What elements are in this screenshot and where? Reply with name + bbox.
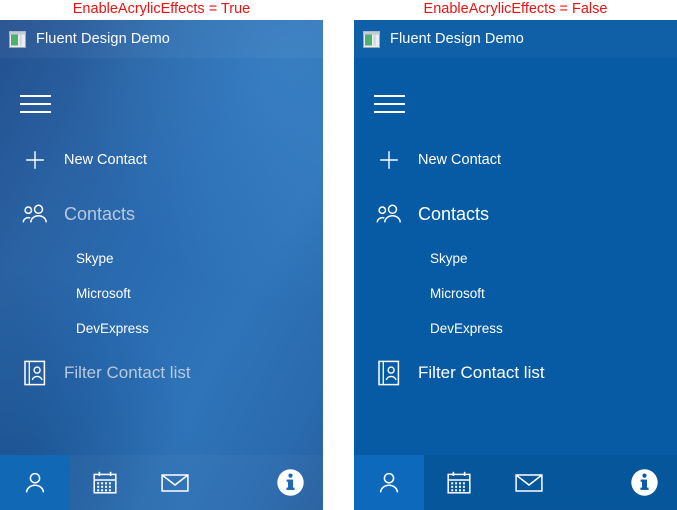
bottom-tab-bar [0, 455, 323, 510]
calendar-icon [446, 470, 472, 496]
title-bar: Fluent Design Demo [0, 20, 323, 58]
nav-item-new-contact[interactable]: New Contact [0, 140, 323, 180]
application-window-icon [9, 30, 26, 48]
window-title: Fluent Design Demo [390, 31, 524, 47]
caption-acrylic-false: EnableAcrylicEffects = False [423, 1, 608, 17]
info-button[interactable] [611, 455, 677, 510]
info-icon [630, 468, 659, 497]
contact-card-icon [372, 360, 406, 386]
bottom-tab-mail[interactable] [494, 455, 564, 510]
bottom-tab-person[interactable] [0, 455, 70, 510]
list-item[interactable]: Microsoft [76, 284, 131, 304]
nav-item-new-contact-label: New Contact [418, 152, 502, 168]
nav-item-filter-contact-list-label: Filter Contact list [64, 363, 191, 382]
nav-item-contacts-label: Contacts [418, 203, 490, 224]
nav-item-new-contact-label: New Contact [64, 152, 148, 168]
bottom-bar-spacer [564, 455, 611, 510]
nav-item-contacts-label: Contacts [64, 203, 136, 224]
list-item[interactable]: Skype [76, 249, 114, 269]
hamburger-line [374, 111, 405, 113]
hamburger-line [374, 95, 405, 97]
info-icon [276, 468, 305, 497]
window-title: Fluent Design Demo [36, 31, 170, 47]
person-icon [376, 470, 402, 496]
bottom-tab-calendar[interactable] [70, 455, 140, 510]
hamburger-menu-icon[interactable] [20, 92, 51, 116]
hamburger-line [20, 111, 51, 113]
list-item[interactable]: Skype [430, 249, 468, 269]
app-window-acrylic-enabled: Fluent Design Demo New Contact Contacts … [0, 20, 323, 510]
hamburger-line [20, 103, 51, 105]
bottom-tab-mail[interactable] [140, 455, 210, 510]
mail-icon [515, 472, 543, 494]
people-icon [18, 204, 52, 224]
calendar-icon [92, 470, 118, 496]
bottom-tab-bar [354, 455, 677, 510]
nav-item-contacts[interactable]: Contacts [0, 194, 323, 234]
hamburger-line [20, 95, 51, 97]
bottom-bar-spacer [210, 455, 257, 510]
list-item[interactable]: Microsoft [430, 284, 485, 304]
plus-icon [372, 148, 406, 172]
nav-item-new-contact[interactable]: New Contact [354, 140, 677, 180]
nav-item-filter-contact-list[interactable]: Filter Contact list [354, 353, 677, 393]
person-icon [22, 470, 48, 496]
nav-item-filter-contact-list-label: Filter Contact list [418, 363, 545, 382]
caption-acrylic-true: EnableAcrylicEffects = True [72, 1, 251, 17]
title-bar: Fluent Design Demo [354, 20, 677, 58]
comparison-stage: EnableAcrylicEffects = True EnableAcryli… [0, 0, 677, 510]
list-item[interactable]: DevExpress [430, 319, 503, 339]
bottom-tab-person[interactable] [354, 455, 424, 510]
list-item[interactable]: DevExpress [76, 319, 149, 339]
plus-icon [18, 148, 52, 172]
nav-item-filter-contact-list[interactable]: Filter Contact list [0, 353, 323, 393]
people-icon [372, 204, 406, 224]
hamburger-line [374, 103, 405, 105]
bottom-tab-calendar[interactable] [424, 455, 494, 510]
app-window-acrylic-disabled: Fluent Design Demo New Contact Contacts … [354, 20, 677, 510]
hamburger-menu-icon[interactable] [374, 92, 405, 116]
info-button[interactable] [257, 455, 323, 510]
application-window-icon [363, 30, 380, 48]
nav-item-contacts[interactable]: Contacts [354, 194, 677, 234]
mail-icon [161, 472, 189, 494]
contact-card-icon [18, 360, 52, 386]
